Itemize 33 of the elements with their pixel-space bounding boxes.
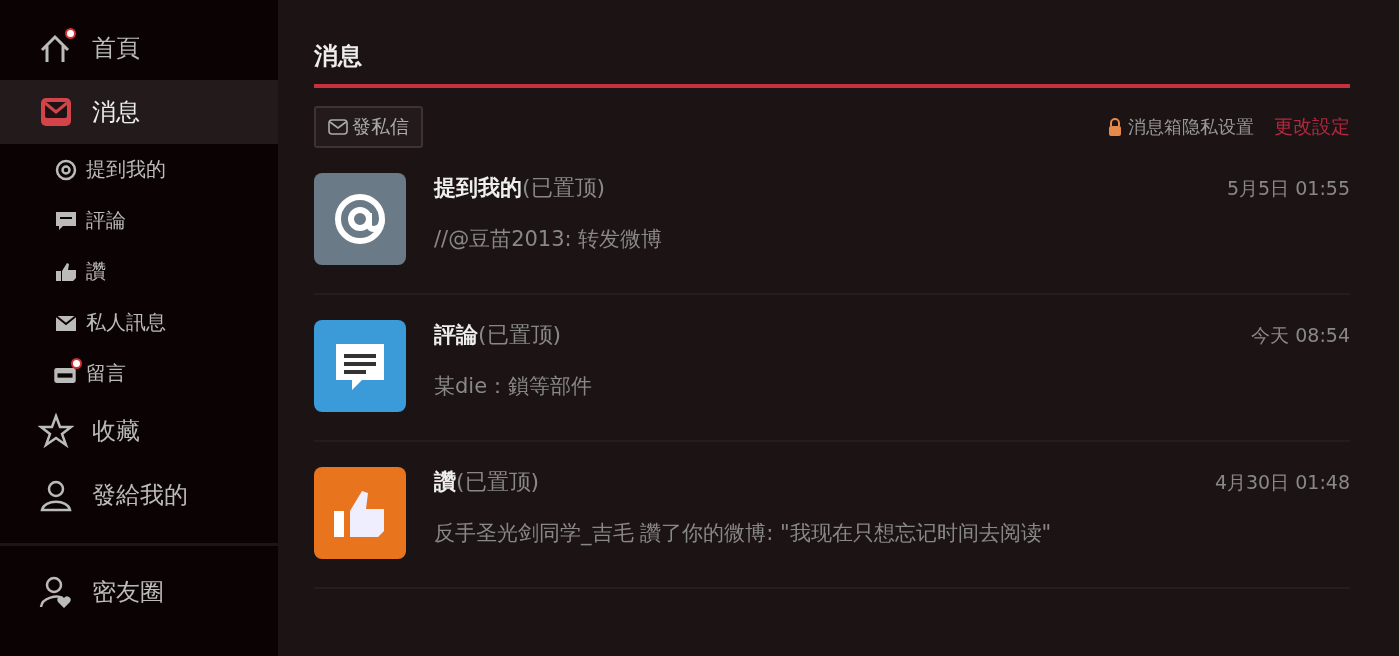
message-time: 5月5日 01:55 [1227,176,1350,201]
sidebar-subitem[interactable]: 留言 [0,348,278,399]
sidebar-subitem[interactable]: 評論 [0,195,278,246]
person-heart-icon [38,574,74,610]
compose-button[interactable]: 發私信 [314,106,423,148]
thumbs-up-tile-icon [314,467,406,559]
sidebar-subitem[interactable]: 私人訊息 [0,297,278,348]
message-title: 讚(已置顶) [434,468,540,496]
message-preview: 某die：鎖等部件 [434,373,594,400]
sidebar-item[interactable]: 消息 [0,80,278,144]
message-preview: //@豆苗2013: 转发微博 [434,226,664,253]
star-icon [38,413,74,449]
privacy-label: 消息箱隐私设置 [1128,115,1254,139]
message-time: 4月30日 01:48 [1214,470,1350,495]
message-preview: 反手圣光剑同学_吉毛 讚了你的微博: "我现在只想忘记时间去阅读" [434,520,1053,547]
message-board-icon [54,367,76,383]
sidebar-item[interactable]: 發給我的 [0,463,278,527]
lock-icon [1108,118,1122,136]
speech-bubble-tile-icon [314,320,406,412]
sidebar-item[interactable]: 首頁 [0,16,278,80]
at-sign-tile-icon [314,173,406,265]
page-title: 消息 [314,42,362,70]
sidebar-subitem[interactable]: 讚 [0,246,278,297]
envelope-icon [328,119,348,135]
message-row[interactable]: 評論(已置顶) 今天 08:54 某die：鎖等部件 [314,295,1350,442]
message-row[interactable]: 讚(已置顶) 4月30日 01:48 反手圣光剑同学_吉毛 讚了你的微博: "我现在只想忘记时间去阅读" [314,442,1350,589]
sidebar-item[interactable]: 密友圈 [0,560,278,624]
message-row[interactable]: 提到我的(已置顶) 5月5日 01:55 //@豆苗2013: 转发微博 [314,148,1350,295]
message-title: 提到我的(已置顶) [434,174,606,202]
sidebar-item[interactable]: 收藏 [0,399,278,463]
sidebar-subitem[interactable]: 提到我的 [0,144,278,195]
message-title: 評論(已置顶) [434,321,562,349]
message-time: 今天 08:54 [1251,323,1350,348]
